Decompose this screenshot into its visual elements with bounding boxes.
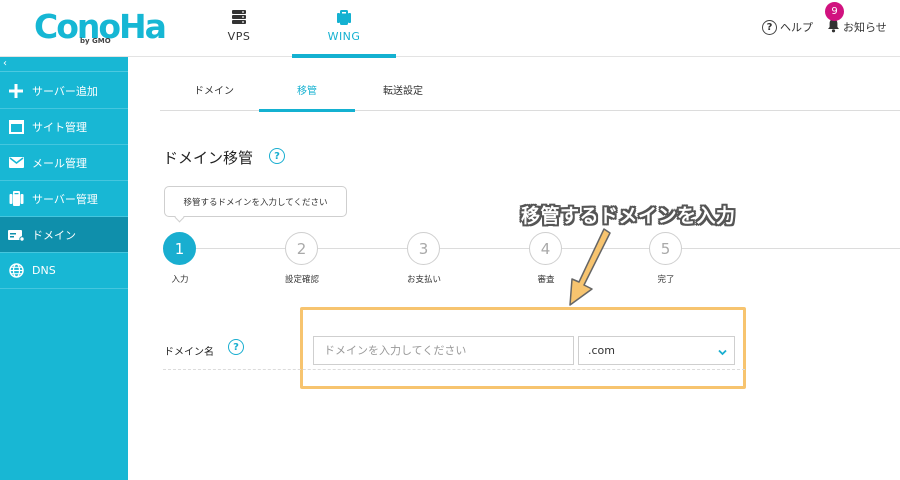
help-link[interactable]: ? ヘルプ [762,18,813,36]
question-icon: ? [762,19,777,35]
topnav-wing[interactable]: WING [292,0,396,58]
tooltip-text: 移管するドメインを入力してください [183,197,328,208]
window-icon [0,119,32,134]
step-tooltip: 移管するドメインを入力してください [164,186,347,217]
sidebar-item-label: ドメイン [32,228,76,242]
sidebar-item-dns[interactable]: DNS [0,253,128,289]
step-connector [196,248,288,249]
domain-tabs: ドメイン 移管 転送設定 [160,75,900,112]
sidebar-item-label: サーバー管理 [32,192,98,206]
notice-count-badge: 9 [825,2,844,21]
annotation-arrow-icon [569,228,611,306]
sidebar-item-mail-manage[interactable]: メール管理 [0,145,128,181]
step-3-circle: 3 [407,232,440,265]
topnav-wing-label: WING [327,30,361,43]
title-help-icon[interactable]: ? [269,148,285,164]
step-connector [318,248,410,249]
page-title: ドメイン移管 [163,149,254,167]
domain-name-label: ドメイン名 [164,347,214,358]
domain-icon [0,229,32,241]
sidebar-item-label: サーバー追加 [32,84,98,98]
sidebar-item-site-manage[interactable]: サイト管理 [0,109,128,145]
sidebar-item-server-manage[interactable]: サーバー管理 [0,181,128,217]
step-2-circle: 2 [285,232,318,265]
server-icon [0,191,32,206]
step-3-label: お支払い [406,275,441,285]
step-connector [440,248,532,249]
globe-icon [0,263,32,278]
tab-forward-settings[interactable]: 転送設定 [355,75,451,111]
step-4-circle: 4 [529,232,562,265]
sidebar-item-add-server[interactable]: サーバー追加 [0,73,128,109]
topnav-vps-label: VPS [227,30,251,43]
step-2-label: 設定確認 [284,275,319,285]
server-stack-icon [231,9,247,29]
tld-select[interactable]: .com [578,336,735,365]
wing-icon [336,9,352,30]
step-5-circle: 5 [649,232,682,265]
step-5-label: 完了 [657,275,675,285]
tab-domain[interactable]: ドメイン [166,75,262,111]
sidebar-item-domain[interactable]: ドメイン [0,217,128,253]
logo-sub: by GMO [80,37,111,45]
active-tab-indicator [259,109,355,112]
top-header: ConoHa by GMO VPS WING ? ヘルプ お知らせ 9 [0,0,900,58]
plus-icon [0,83,32,98]
mail-icon [0,157,32,168]
form-divider [163,369,745,370]
field-help-icon[interactable]: ? [228,339,244,355]
annotation-text: 移管するドメインを入力 [521,205,736,227]
step-1-label: 入力 [171,275,189,285]
topnav-vps[interactable]: VPS [187,0,291,57]
sidebar-item-label: メール管理 [32,156,87,170]
step-1-circle: 1 [163,232,196,265]
domain-input[interactable] [313,336,574,365]
sidebar-item-label: サイト管理 [32,120,87,134]
sidebar-item-label: DNS [32,264,56,277]
sidebar: ‹ サーバー追加 サイト管理 メール管理 サーバー管理 ドメイン DNS [0,57,128,480]
tab-transfer-label: 移管 [297,86,317,97]
notice-label: お知らせ [843,21,887,34]
chevron-down-icon [718,346,727,359]
sidebar-collapse-button[interactable]: ‹ [0,57,128,72]
tab-transfer[interactable]: 移管 [259,75,355,112]
help-label: ヘルプ [780,21,813,34]
conoha-logo[interactable]: ConoHa by GMO [34,6,167,50]
step-connector [682,248,900,249]
tld-selected-value: .com [588,344,615,357]
active-tab-indicator [292,54,396,58]
